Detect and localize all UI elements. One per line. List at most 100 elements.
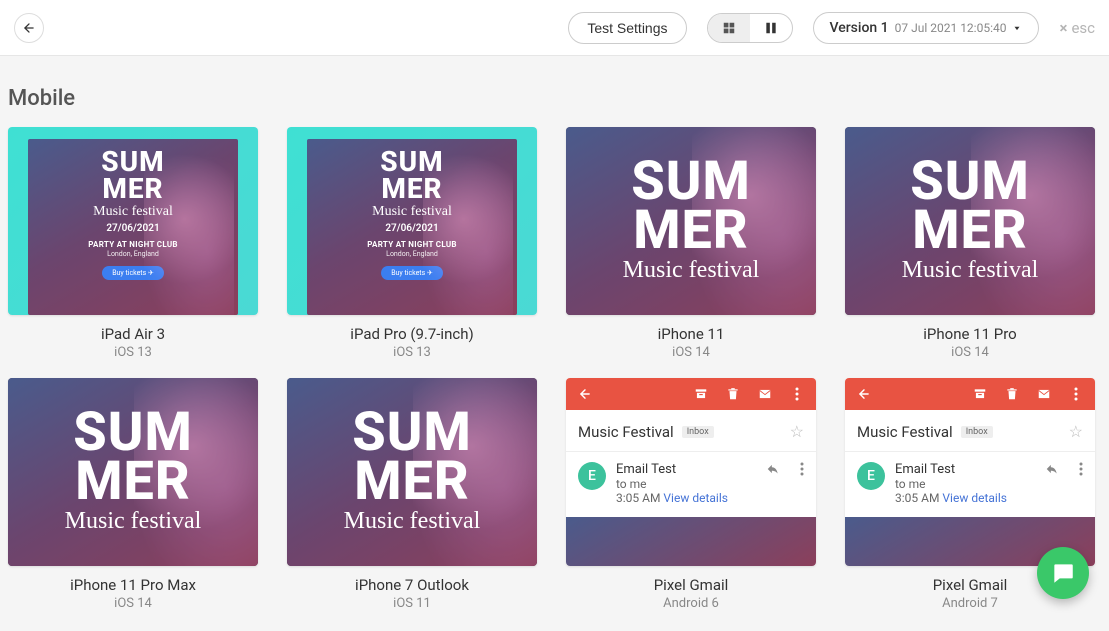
help-chat-button[interactable] (1037, 547, 1089, 599)
device-os: iOS 14 (114, 596, 152, 611)
mail-icon[interactable] (1035, 387, 1053, 401)
gmail-subject: Music Festival (857, 423, 953, 441)
poster: SUMMER Music festival (845, 127, 1095, 315)
test-settings-button[interactable]: Test Settings (568, 12, 686, 44)
gmail-back-icon[interactable] (576, 387, 594, 401)
device-os: iOS 14 (951, 345, 989, 360)
gmail-meta: Email Test to me 3:05 AM View details (895, 462, 1035, 505)
device-thumbnail: SUMMER Music festival 27/06/2021 PARTY A… (8, 127, 258, 315)
trash-icon[interactable] (724, 387, 742, 401)
device-name: iPhone 7 Outlook (355, 576, 469, 594)
device-name: iPhone 11 Pro (923, 325, 1016, 343)
gmail-to: to me (616, 477, 756, 491)
back-button[interactable] (14, 13, 44, 43)
silhouette-image (134, 378, 258, 566)
gmail-meta: Email Test to me 3:05 AM View details (616, 462, 756, 505)
poster-city: London, England (386, 250, 438, 258)
device-card[interactable]: SUMMER Music festival iPhone 7 Outlook iO… (287, 378, 537, 611)
device-card[interactable]: SUMMER Music festival iPhone 11 Pro iOS 1… (845, 127, 1095, 360)
star-icon[interactable]: ☆ (790, 422, 804, 441)
more-icon[interactable] (1067, 387, 1085, 401)
device-card[interactable]: SUMMER Music festival iPhone 11 Pro Max i… (8, 378, 258, 611)
reply-icon[interactable] (1045, 462, 1059, 476)
star-icon[interactable]: ☆ (1069, 422, 1083, 441)
device-thumbnail: SUMMER Music festival (287, 378, 537, 566)
device-os: Android 6 (663, 596, 719, 611)
inbox-badge: Inbox (682, 426, 714, 438)
device-os: iOS 11 (393, 596, 431, 611)
archive-icon[interactable] (971, 387, 989, 401)
esc-label: esc (1071, 19, 1095, 37)
device-name: iPhone 11 (658, 325, 725, 343)
device-name: Pixel Gmail (654, 576, 729, 594)
gmail-time: 3:05 AM (616, 491, 660, 505)
section-title: Mobile (0, 56, 1109, 127)
device-os: iOS 13 (393, 345, 431, 360)
more-icon[interactable] (788, 387, 806, 401)
gmail-toolbar (845, 378, 1095, 410)
device-grid: SUMMER Music festival 27/06/2021 PARTY A… (0, 127, 1109, 631)
gmail-time: 3:05 AM (895, 491, 939, 505)
row-more-icon[interactable] (1079, 462, 1083, 476)
device-thumbnail: SUMMER Music festival 27/06/2021 PARTY A… (287, 127, 537, 315)
mail-icon[interactable] (756, 387, 774, 401)
view-details-link[interactable]: View details (663, 491, 728, 505)
device-thumbnail: SUMMER Music festival (845, 127, 1095, 315)
topbar: Test Settings Version 1 07 Jul 2021 12:0… (0, 0, 1109, 56)
gmail-subject-row: Music Festival Inbox ☆ (566, 410, 816, 451)
view-toggle (707, 13, 793, 43)
device-card[interactable]: SUMMER Music festival iPhone 11 iOS 14 (566, 127, 816, 360)
device-os: iOS 14 (672, 345, 710, 360)
poster: SUMMER Music festival (566, 127, 816, 315)
grid-view-button[interactable] (708, 14, 750, 42)
device-os: iOS 13 (114, 345, 152, 360)
gmail-subject: Music Festival (578, 423, 674, 441)
device-name: Pixel Gmail (933, 576, 1008, 594)
gmail-sender-row: E Email Test to me 3:05 AM View details (566, 452, 816, 513)
silhouette-image (692, 127, 816, 315)
silhouette-image (413, 378, 537, 566)
device-thumbnail: SUMMER Music festival (8, 378, 258, 566)
split-icon (764, 21, 778, 35)
trash-icon[interactable] (1003, 387, 1021, 401)
gmail-body-preview (566, 517, 816, 566)
row-more-icon[interactable] (800, 462, 804, 476)
gmail-to: to me (895, 477, 1035, 491)
device-name: iPhone 11 Pro Max (70, 576, 196, 594)
reply-icon[interactable] (766, 462, 780, 476)
avatar: E (857, 462, 885, 490)
device-thumbnail: Music Festival Inbox ☆ E Email Test to m… (566, 378, 816, 566)
gmail-sender-row: E Email Test to me 3:05 AM View details (845, 452, 1095, 513)
gmail-sender: Email Test (616, 462, 756, 477)
version-dropdown[interactable]: Version 1 07 Jul 2021 12:05:40 (813, 12, 1040, 44)
poster: SUMMER Music festival (287, 378, 537, 566)
inbox-badge: Inbox (961, 426, 993, 438)
compare-view-button[interactable] (750, 14, 792, 42)
archive-icon[interactable] (692, 387, 710, 401)
device-card[interactable]: Music Festival Inbox ☆ E Email Test to m… (566, 378, 816, 611)
version-date: 07 Jul 2021 12:05:40 (895, 21, 1007, 35)
chat-icon (1050, 560, 1076, 586)
gmail-subject-row: Music Festival Inbox ☆ (845, 410, 1095, 451)
device-name: iPad Air 3 (101, 325, 165, 343)
arrow-left-icon (22, 21, 36, 35)
grid-icon (722, 21, 736, 35)
device-thumbnail: Music Festival Inbox ☆ E Email Test to m… (845, 378, 1095, 566)
device-card[interactable]: SUMMER Music festival 27/06/2021 PARTY A… (8, 127, 258, 360)
device-thumbnail: SUMMER Music festival (566, 127, 816, 315)
gmail-toolbar (566, 378, 816, 410)
avatar: E (578, 462, 606, 490)
close-icon: × (1059, 19, 1067, 37)
view-details-link[interactable]: View details (942, 491, 1007, 505)
silhouette-image (144, 155, 234, 315)
gmail-back-icon[interactable] (855, 387, 873, 401)
gmail-sender: Email Test (895, 462, 1035, 477)
poster: SUMMER Music festival 27/06/2021 PARTY A… (28, 139, 238, 315)
device-card[interactable]: SUMMER Music festival 27/06/2021 PARTY A… (287, 127, 537, 360)
device-name: iPad Pro (9.7-inch) (350, 325, 473, 343)
esc-close-button[interactable]: × esc (1059, 19, 1095, 37)
poster-city: London, England (107, 250, 159, 258)
version-name: Version 1 (830, 20, 889, 36)
silhouette-image (971, 127, 1095, 315)
device-os: Android 7 (942, 596, 998, 611)
